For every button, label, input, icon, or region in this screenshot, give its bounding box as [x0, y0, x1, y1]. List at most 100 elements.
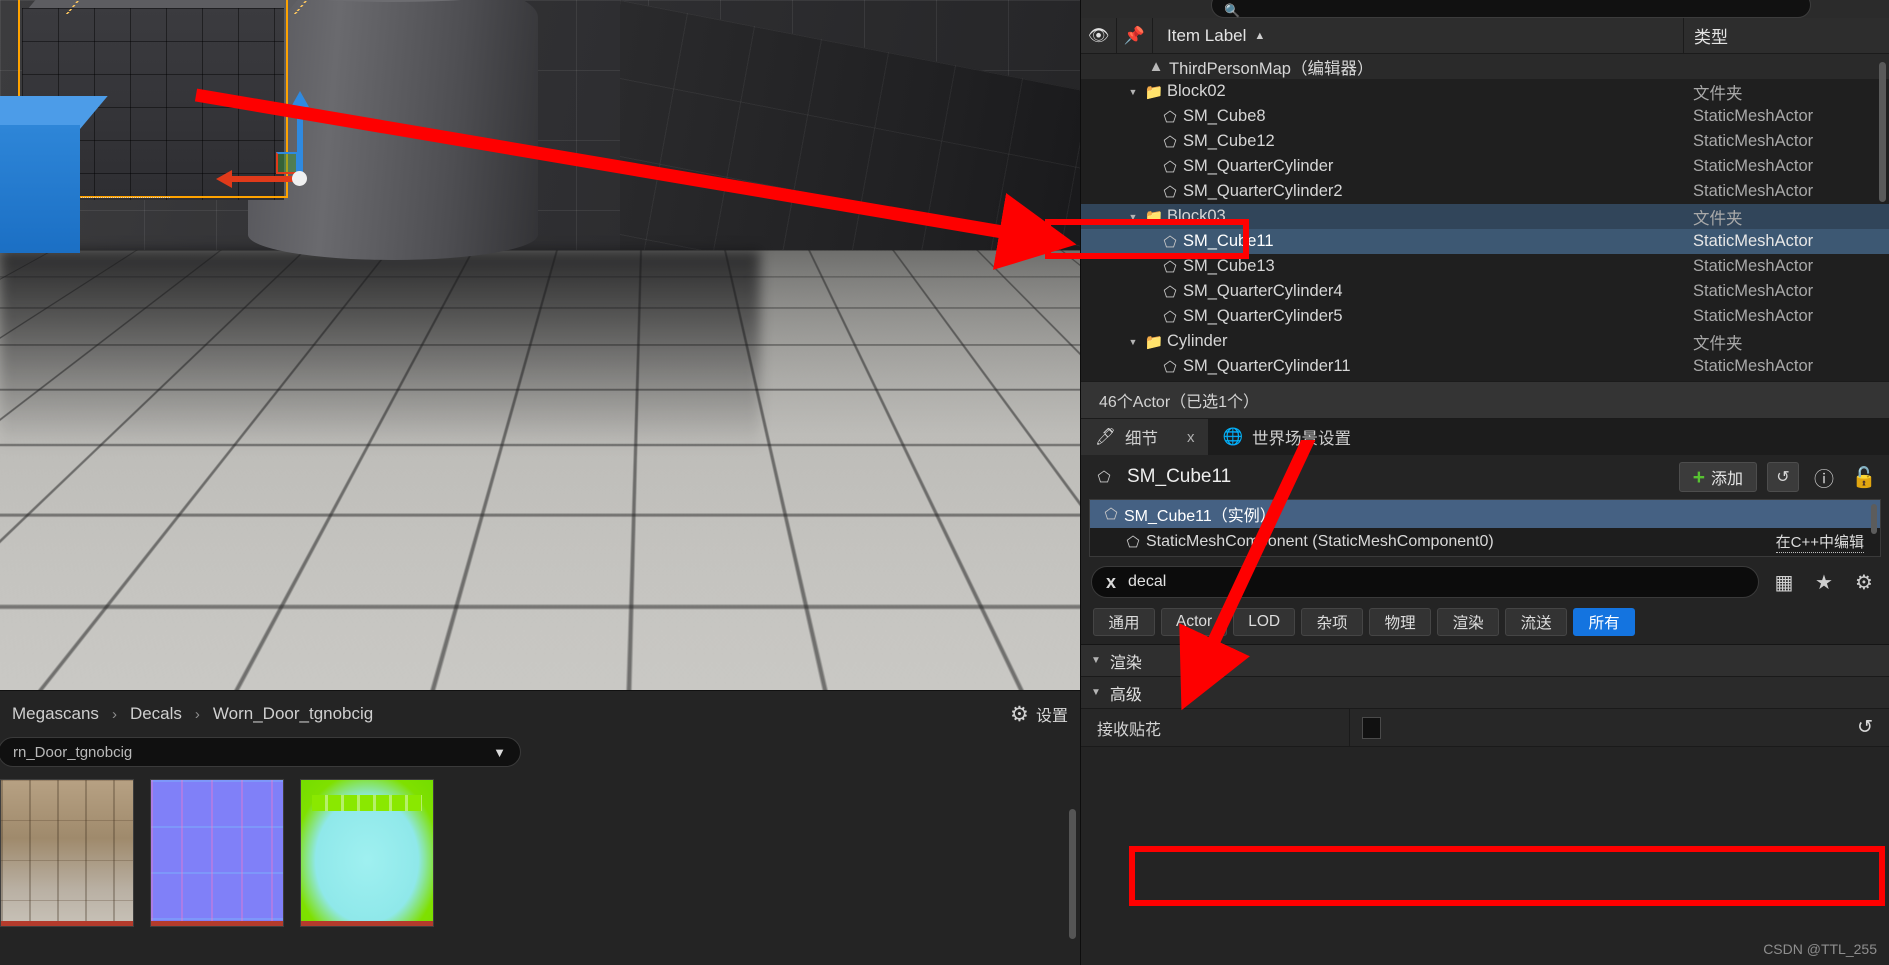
outliner-row[interactable]: ⬠ SM_Cube13 StaticMeshActor — [1081, 254, 1889, 279]
asset-filter-value: rn_Door_tgnobcig — [13, 743, 133, 761]
outliner-row[interactable]: ⬠ SM_QuarterCylinder2 StaticMeshActor — [1081, 179, 1889, 204]
tab-details[interactable]: 🖊 细节 x — [1081, 419, 1209, 455]
breadcrumb-separator-icon: › — [111, 705, 117, 723]
content-browser-scrollbar[interactable] — [1069, 809, 1076, 939]
filter-chip-misc[interactable]: 杂项 — [1301, 608, 1364, 636]
settings-label: 设置 — [1035, 708, 1068, 725]
column-header-type[interactable]: 类型 — [1683, 18, 1889, 53]
outliner-scrollbar[interactable] — [1879, 62, 1886, 202]
outliner-tree[interactable]: ▲ ThirdPersonMap（编辑器） ▼ 📁 Block02 文件夹 ⬠ … — [1081, 54, 1889, 381]
filter-chip-physics[interactable]: 物理 — [1369, 608, 1432, 636]
grid-icon[interactable]: ▦ — [1769, 567, 1799, 597]
row-type: StaticMeshActor — [1693, 157, 1814, 175]
gear-icon[interactable]: ⚙ — [1849, 567, 1879, 597]
edit-in-cpp-link[interactable]: 在C++中编辑 — [1775, 531, 1864, 553]
outliner-row[interactable]: ⬠ SM_Cube8 StaticMeshActor — [1081, 104, 1889, 129]
cylinder-mesh[interactable] — [248, 0, 538, 260]
outliner-row[interactable]: ⬠ SM_QuarterCylinder StaticMeshActor — [1081, 154, 1889, 179]
row-label: Block02 — [1167, 82, 1226, 100]
folder-icon: 📁 — [1144, 83, 1164, 101]
outliner-row-map[interactable]: ▲ ThirdPersonMap（编辑器） — [1081, 54, 1889, 79]
details-search-input[interactable]: x decal — [1091, 566, 1759, 598]
settings-button[interactable]: 设置 — [1010, 702, 1068, 726]
receive-decals-checkbox[interactable] — [1362, 716, 1381, 739]
row-label: SM_QuarterCylinder11 — [1183, 357, 1351, 375]
sort-caret-icon: ▲ — [1254, 29, 1266, 42]
eye-icon[interactable]: 👁 — [1081, 18, 1117, 53]
row-label: SM_Cube13 — [1183, 257, 1275, 275]
outliner-header: 👁 📌 Item Label ▲ 类型 — [1081, 18, 1889, 54]
filter-chip-lod[interactable]: LOD — [1233, 608, 1296, 636]
mesh-icon: ⬠ — [1163, 183, 1177, 201]
clear-icon[interactable]: x — [1106, 572, 1116, 593]
pin-icon[interactable]: 📌 — [1117, 18, 1153, 53]
level-viewport[interactable] — [0, 0, 1080, 690]
details-actor-title: SM_Cube11 — [1127, 466, 1232, 487]
content-browser: Megascans › Decals › Worn_Door_tgnobcig … — [0, 690, 1080, 965]
gizmo-center-ball[interactable] — [292, 171, 307, 186]
asset-tile[interactable] — [300, 779, 434, 927]
breadcrumb-item-0[interactable]: Megascans — [12, 704, 99, 724]
filter-chip-general[interactable]: 通用 — [1093, 608, 1155, 636]
close-icon[interactable]: x — [1187, 429, 1195, 446]
row-type: 文件夹 — [1693, 84, 1743, 103]
row-label: SM_Cube8 — [1183, 107, 1266, 125]
mesh-icon: ⬠ — [1163, 283, 1177, 301]
chevron-down-icon[interactable]: ▼ — [1125, 212, 1141, 222]
chevron-down-icon[interactable]: ▼ — [1125, 337, 1141, 347]
outliner-row-folder-block03[interactable]: ▼ 📁 Block03 文件夹 — [1081, 204, 1889, 229]
actor-count-status: 46个Actor（已选1个） — [1081, 381, 1889, 419]
albedo-thumbnail[interactable] — [0, 779, 134, 927]
outliner-row[interactable]: ⬠ SM_QuarterCylinder4 StaticMeshActor — [1081, 279, 1889, 304]
folder-icon: 📁 — [1144, 208, 1164, 226]
outliner-row-sm-cube11[interactable]: ⬠ SM_Cube11 StaticMeshActor — [1081, 229, 1889, 254]
outliner-row[interactable]: ⬠ SM_QuarterCylinder5 StaticMeshActor — [1081, 304, 1889, 329]
outliner-search-input[interactable]: 🔍 — [1211, 0, 1811, 18]
tab-world-settings[interactable]: 🌐 世界场景设置 — [1208, 419, 1365, 455]
unlock-icon[interactable]: 🔓 — [1849, 462, 1879, 492]
outliner-row[interactable]: ⬠ SM_Cube12 StaticMeshActor — [1081, 129, 1889, 154]
add-component-button[interactable]: + 添加 — [1678, 462, 1757, 492]
details-filter-chips: 通用 Actor LOD 杂项 物理 渲染 流送 所有 — [1081, 602, 1889, 644]
breadcrumb-item-1[interactable]: Decals — [130, 704, 182, 724]
filter-chip-rendering[interactable]: 渲染 — [1437, 608, 1500, 636]
component-row-root[interactable]: ⬠ SM_Cube11（实例） — [1090, 500, 1880, 528]
filter-chip-all[interactable]: 所有 — [1573, 608, 1636, 636]
star-icon[interactable]: ★ — [1809, 567, 1839, 597]
chevron-down-icon[interactable]: ▼ — [1125, 87, 1141, 97]
asset-grid — [0, 767, 1080, 927]
gear-icon — [1010, 705, 1029, 724]
property-row-receive-decals[interactable]: 接收贴花 ↺ — [1081, 709, 1889, 747]
breadcrumb-item-2[interactable]: Worn_Door_tgnobcig — [213, 704, 373, 724]
blueprint-icon[interactable]: ↺ — [1767, 462, 1799, 492]
asset-tile[interactable] — [150, 779, 284, 927]
reset-icon[interactable]: ↺ — [1857, 716, 1873, 739]
blue-cube-mesh[interactable] — [0, 125, 80, 253]
details-icon: 🖊 — [1095, 427, 1116, 446]
outliner-row-folder[interactable]: ▼ 📁 Block02 文件夹 — [1081, 79, 1889, 104]
row-label: SM_QuarterCylinder — [1183, 157, 1334, 175]
outliner-row[interactable]: ⬠ SM_QuarterCylinder11 StaticMeshActor — [1081, 354, 1889, 379]
orm-thumbnail[interactable] — [300, 779, 434, 927]
property-section-rendering[interactable]: ▼ 渲染 — [1081, 645, 1889, 677]
property-list: ▼ 渲染 ▼ 高级 接收贴花 ↺ — [1081, 644, 1889, 747]
mesh-icon: ⬠ — [1104, 506, 1118, 523]
component-row-staticmesh[interactable]: ⬠ StaticMeshComponent (StaticMeshCompone… — [1090, 528, 1880, 556]
normal-thumbnail[interactable] — [150, 779, 284, 927]
breadcrumb-separator-icon: › — [194, 705, 200, 723]
outliner-row-folder-cylinder[interactable]: ▼ 📁 Cylinder 文件夹 — [1081, 329, 1889, 354]
asset-filter-dropdown[interactable]: rn_Door_tgnobcig ▼ — [0, 737, 521, 767]
watermark: CSDN @TTL_255 — [1763, 941, 1877, 957]
asset-tile[interactable] — [0, 779, 134, 927]
column-header-item-label[interactable]: Item Label ▲ — [1153, 26, 1683, 46]
filter-chip-actor[interactable]: Actor — [1161, 608, 1228, 636]
property-section-advanced[interactable]: ▼ 高级 — [1081, 677, 1889, 709]
component-tree-scrollbar[interactable] — [1871, 504, 1877, 534]
gizmo-plane-handle[interactable] — [276, 152, 298, 174]
filter-chip-streaming[interactable]: 流送 — [1505, 608, 1568, 636]
chevron-down-icon: ▼ — [493, 744, 506, 760]
plus-icon: + — [1692, 465, 1705, 489]
help-icon[interactable]: ⓘ — [1809, 462, 1839, 492]
component-tree[interactable]: ⬠ SM_Cube11（实例） ⬠ StaticMeshComponent (S… — [1089, 499, 1881, 557]
row-type: StaticMeshActor — [1693, 107, 1814, 125]
